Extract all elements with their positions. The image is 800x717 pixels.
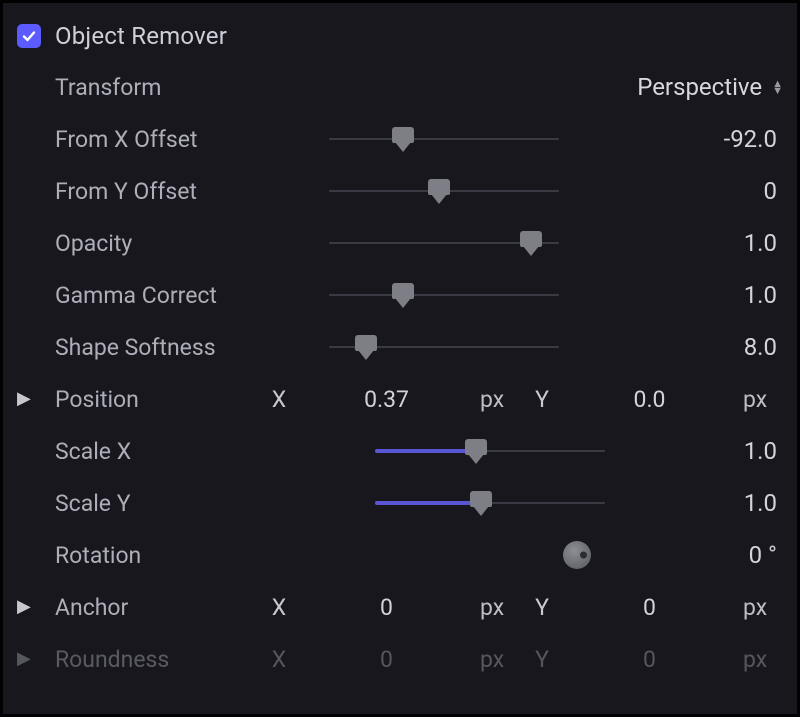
checkmark-icon	[21, 28, 37, 44]
from-x-offset-row: From X Offset -92.0	[17, 113, 783, 165]
opacity-value[interactable]: 1.0	[607, 229, 783, 257]
roundness-x-label: X	[265, 646, 293, 673]
position-x-value[interactable]: 0.37	[301, 386, 472, 413]
effect-enable-checkbox[interactable]	[17, 24, 41, 48]
anchor-x-value[interactable]: 0	[301, 594, 472, 621]
transform-label: Transform	[55, 74, 315, 101]
rotation-dial[interactable]	[563, 541, 591, 569]
gamma-row: Gamma Correct 1.0	[17, 269, 783, 321]
position-xy: X 0.37 px Y 0.0 px	[265, 386, 783, 413]
from-x-offset-label: From X Offset	[55, 126, 315, 153]
anchor-row: ▶ Anchor X 0 px Y 0 px	[17, 581, 783, 633]
gamma-label: Gamma Correct	[55, 282, 315, 309]
rotation-row: Rotation 0	[17, 529, 783, 581]
from-x-offset-value[interactable]: -92.0	[607, 125, 783, 153]
scale-x-row: Scale X 1.0	[17, 425, 783, 477]
roundness-y-value[interactable]: 0	[564, 646, 735, 673]
anchor-xy: X 0 px Y 0 px	[265, 594, 783, 621]
updown-icon: ▲▼	[772, 80, 783, 94]
position-y-value[interactable]: 0.0	[564, 386, 735, 413]
rotation-value[interactable]: 0	[607, 541, 783, 569]
scale-y-slider[interactable]	[375, 491, 605, 515]
position-disclosure-icon[interactable]: ▶	[17, 390, 31, 408]
scale-y-label: Scale Y	[55, 490, 315, 517]
anchor-disclosure-icon[interactable]: ▶	[17, 598, 31, 616]
roundness-y-unit: px	[743, 646, 783, 673]
opacity-label: Opacity	[55, 230, 315, 257]
scale-x-label: Scale X	[55, 438, 315, 465]
from-y-offset-value[interactable]: 0	[607, 177, 783, 205]
scale-y-value[interactable]: 1.0	[607, 489, 783, 517]
gamma-value[interactable]: 1.0	[607, 281, 783, 309]
from-x-offset-slider[interactable]	[329, 127, 559, 151]
gamma-slider[interactable]	[329, 283, 559, 307]
scale-y-row: Scale Y 1.0	[17, 477, 783, 529]
roundness-xy: X 0 px Y 0 px	[265, 646, 783, 673]
opacity-slider[interactable]	[329, 231, 559, 255]
position-x-label: X	[265, 386, 293, 413]
position-row: ▶ Position X 0.37 px Y 0.0 px	[17, 373, 783, 425]
from-y-offset-label: From Y Offset	[55, 178, 315, 205]
roundness-row: ▶ Roundness X 0 px Y 0 px	[17, 633, 783, 685]
transform-row: Transform Perspective ▲▼	[17, 61, 783, 113]
softness-slider[interactable]	[329, 335, 559, 359]
roundness-disclosure-icon[interactable]: ▶	[17, 650, 31, 668]
anchor-x-label: X	[265, 594, 293, 621]
roundness-x-value[interactable]: 0	[301, 646, 472, 673]
position-x-unit: px	[480, 386, 520, 413]
softness-row: Shape Softness 8.0	[17, 321, 783, 373]
transform-dropdown[interactable]: Perspective ▲▼	[637, 73, 783, 101]
position-label: Position	[55, 386, 265, 413]
roundness-y-label: Y	[528, 646, 556, 673]
scale-x-slider[interactable]	[375, 439, 605, 463]
effect-header: Object Remover	[17, 11, 783, 61]
anchor-y-label: Y	[528, 594, 556, 621]
anchor-label: Anchor	[55, 594, 265, 621]
effect-title: Object Remover	[55, 22, 227, 50]
position-y-unit: px	[743, 386, 783, 413]
anchor-y-value[interactable]: 0	[564, 594, 735, 621]
from-y-offset-slider[interactable]	[329, 179, 559, 203]
scale-x-value[interactable]: 1.0	[607, 437, 783, 465]
position-y-label: Y	[528, 386, 556, 413]
inspector-panel: Object Remover Transform Perspective ▲▼ …	[0, 0, 800, 717]
opacity-row: Opacity 1.0	[17, 217, 783, 269]
anchor-x-unit: px	[480, 594, 520, 621]
softness-label: Shape Softness	[55, 334, 315, 361]
from-y-offset-row: From Y Offset 0	[17, 165, 783, 217]
rotation-label: Rotation	[55, 542, 315, 569]
anchor-y-unit: px	[743, 594, 783, 621]
roundness-label: Roundness	[55, 646, 265, 673]
roundness-x-unit: px	[480, 646, 520, 673]
softness-value[interactable]: 8.0	[607, 333, 783, 361]
transform-value: Perspective	[637, 73, 762, 101]
